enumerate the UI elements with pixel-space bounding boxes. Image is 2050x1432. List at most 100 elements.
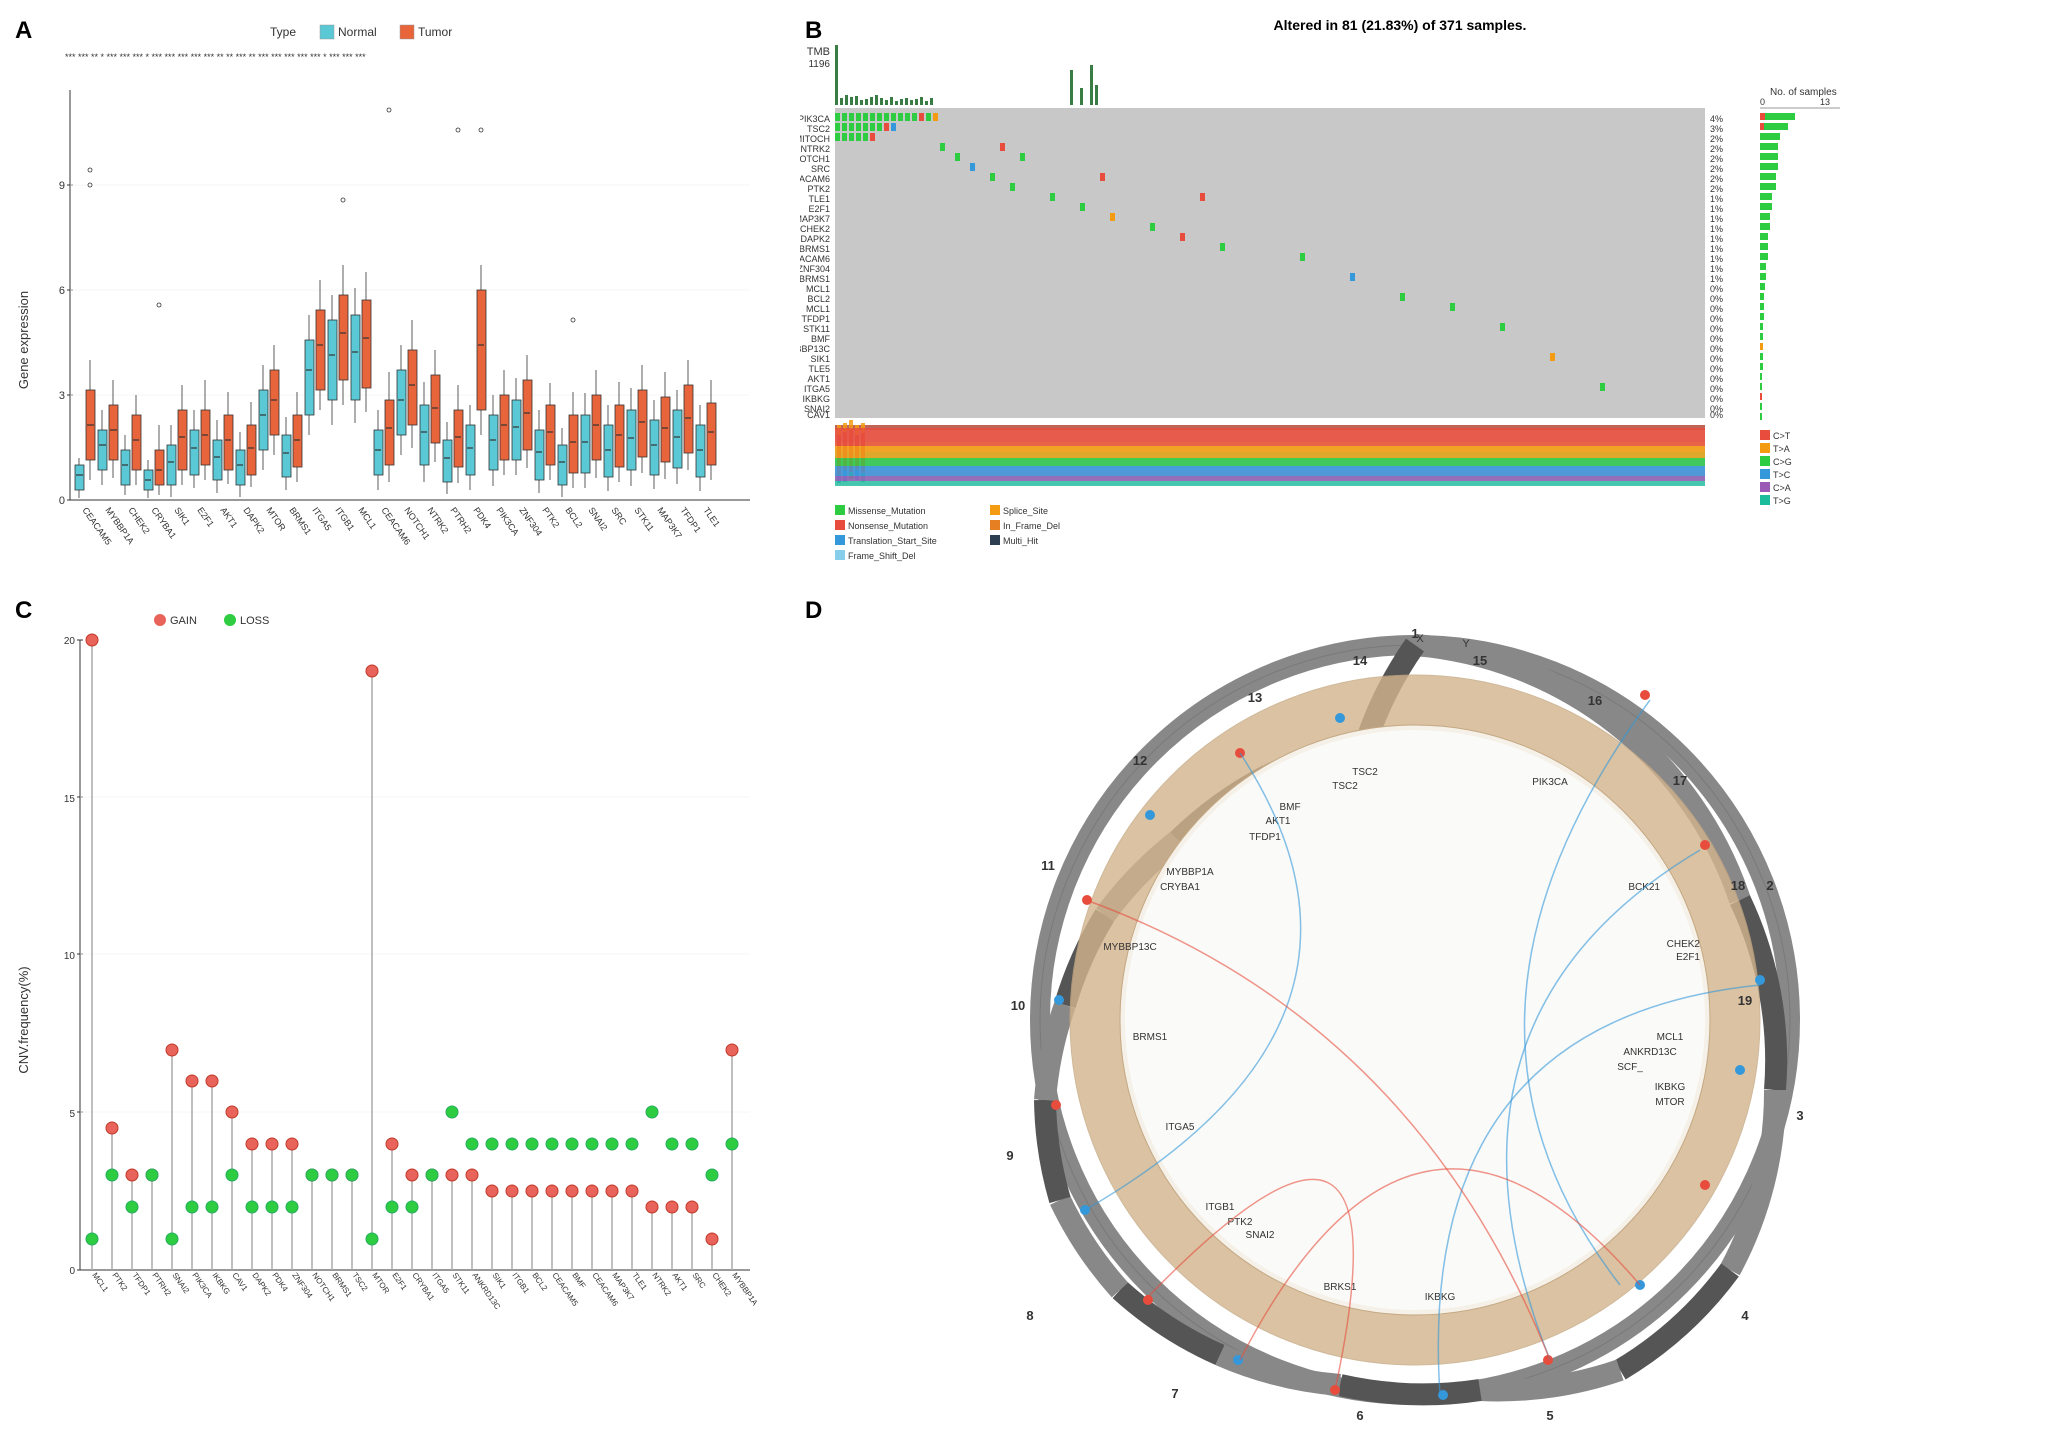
svg-text:TLE1: TLE1 — [701, 505, 722, 528]
svg-text:MTOR: MTOR — [264, 505, 288, 533]
svg-text:2%: 2% — [1710, 154, 1723, 164]
svg-text:B: B — [805, 17, 822, 44]
svg-text:C: C — [15, 597, 32, 624]
svg-text:ITGB1: ITGB1 — [1206, 1202, 1235, 1213]
svg-text:0%: 0% — [1710, 314, 1723, 324]
svg-text:BCL2: BCL2 — [530, 1271, 549, 1293]
svg-text:5: 5 — [1546, 1408, 1553, 1420]
svg-text:SRC: SRC — [811, 164, 831, 174]
svg-text:Gene expression: Gene expression — [16, 291, 31, 389]
svg-text:PTK2: PTK2 — [1227, 1217, 1252, 1228]
svg-text:*** *** ** * *** *** *** *: *** *** ** * *** *** *** * *** *** *** *… — [65, 52, 366, 62]
svg-text:ITGB1: ITGB1 — [510, 1271, 531, 1296]
svg-text:SRC: SRC — [690, 1271, 707, 1290]
svg-text:MYBBP1A: MYBBP1A — [1166, 867, 1214, 878]
svg-text:BMF: BMF — [811, 334, 831, 344]
svg-text:TLE5: TLE5 — [808, 364, 830, 374]
svg-text:2%: 2% — [1710, 144, 1723, 154]
svg-text:MTOR: MTOR — [1655, 1097, 1684, 1108]
svg-text:STK11: STK11 — [632, 505, 656, 533]
svg-text:In_Frame_Del: In_Frame_Del — [1003, 521, 1060, 531]
svg-text:Y: Y — [1462, 638, 1470, 650]
svg-text:STK11: STK11 — [803, 324, 830, 334]
svg-text:0: 0 — [1760, 97, 1765, 107]
svg-text:15: 15 — [64, 794, 76, 805]
svg-text:11: 11 — [1041, 858, 1055, 873]
svg-text:2%: 2% — [1710, 174, 1723, 184]
svg-text:NOTCH1: NOTCH1 — [800, 154, 830, 164]
svg-text:TLE1: TLE1 — [630, 1271, 649, 1292]
panel-c: C CNV.frequency(%) 0 5 10 15 20 — [10, 590, 770, 1420]
svg-text:Splice_Site: Splice_Site — [1003, 506, 1048, 516]
svg-text:C>A: C>A — [1773, 483, 1791, 493]
svg-text:PIK3CA: PIK3CA — [494, 505, 521, 537]
svg-text:13: 13 — [1248, 690, 1262, 705]
svg-text:MCL1: MCL1 — [1657, 1032, 1684, 1043]
svg-text:SRC: SRC — [609, 505, 628, 527]
svg-text:MCL1: MCL1 — [806, 284, 830, 294]
figure-container: A Normal Tumor Type *** *** ** * *** ***… — [0, 0, 2050, 1432]
panel-b: B Altered in 81 (21.83%) of 371 samples.… — [800, 10, 2030, 570]
svg-text:DAPK2: DAPK2 — [800, 234, 830, 244]
svg-text:ANKRD13C: ANKRD13C — [1623, 1047, 1676, 1058]
svg-text:DAPK2: DAPK2 — [250, 1271, 273, 1298]
svg-text:ZNF304: ZNF304 — [800, 264, 830, 274]
svg-text:C>G: C>G — [1773, 457, 1792, 467]
svg-text:PTRH2: PTRH2 — [150, 1271, 173, 1298]
svg-text:ITGB1: ITGB1 — [333, 505, 356, 532]
svg-text:0%: 0% — [1710, 334, 1723, 344]
svg-text:IKBKG: IKBKG — [802, 394, 830, 404]
svg-text:T>G: T>G — [1773, 496, 1791, 506]
svg-text:0%: 0% — [1710, 344, 1723, 354]
svg-text:1%: 1% — [1710, 204, 1723, 214]
svg-text:CAV1: CAV1 — [230, 1271, 249, 1293]
svg-text:PDK4: PDK4 — [270, 1271, 290, 1294]
svg-text:MAP3K7: MAP3K7 — [800, 214, 830, 224]
svg-text:BRMS1: BRMS1 — [800, 274, 830, 284]
svg-text:TFDP1: TFDP1 — [801, 314, 830, 324]
svg-text:CHEK2: CHEK2 — [800, 224, 830, 234]
svg-text:PIK3CA: PIK3CA — [800, 114, 830, 124]
svg-text:0%: 0% — [1710, 374, 1723, 384]
svg-text:X: X — [1416, 633, 1424, 645]
svg-text:PIK3CA: PIK3CA — [1532, 777, 1568, 788]
svg-text:0%: 0% — [1710, 294, 1723, 304]
svg-text:Translation_Start_Site: Translation_Start_Site — [848, 536, 937, 546]
svg-text:TLE1: TLE1 — [808, 194, 830, 204]
svg-text:0%: 0% — [1710, 324, 1723, 334]
svg-text:BRMS1: BRMS1 — [287, 505, 313, 536]
svg-text:1%: 1% — [1710, 194, 1723, 204]
svg-text:1196: 1196 — [808, 59, 830, 70]
svg-text:9: 9 — [1006, 1148, 1013, 1163]
svg-text:15: 15 — [1473, 653, 1487, 668]
svg-text:IKBKG: IKBKG — [1655, 1082, 1686, 1093]
svg-text:0: 0 — [59, 495, 65, 507]
svg-text:3: 3 — [1796, 1108, 1803, 1123]
svg-text:1%: 1% — [1710, 214, 1723, 224]
svg-text:PDK4: PDK4 — [471, 505, 493, 530]
panel-a: A Normal Tumor Type *** *** ** * *** ***… — [10, 10, 770, 570]
svg-text:ITGA5: ITGA5 — [310, 505, 333, 532]
svg-text:0%: 0% — [1710, 354, 1723, 364]
svg-text:C>T: C>T — [1773, 431, 1791, 441]
svg-text:SNAI2: SNAI2 — [1246, 1230, 1275, 1241]
svg-text:NTRK2: NTRK2 — [650, 1271, 673, 1298]
svg-text:19: 19 — [1738, 993, 1752, 1008]
svg-text:1%: 1% — [1710, 274, 1723, 284]
svg-text:0%: 0% — [1710, 284, 1723, 294]
svg-text:E2F1: E2F1 — [195, 505, 216, 528]
svg-text:BCL2: BCL2 — [563, 505, 584, 529]
svg-text:Frame_Shift_Del: Frame_Shift_Del — [848, 551, 916, 561]
svg-text:Tumor: Tumor — [418, 25, 452, 39]
svg-text:1%: 1% — [1710, 224, 1723, 234]
svg-text:14: 14 — [1353, 653, 1368, 668]
svg-text:E2F1: E2F1 — [808, 204, 830, 214]
svg-text:4: 4 — [1741, 1308, 1749, 1323]
svg-text:TSC2: TSC2 — [350, 1271, 369, 1293]
svg-text:CRYBA1: CRYBA1 — [1160, 882, 1200, 893]
svg-text:PTRH2: PTRH2 — [448, 505, 473, 535]
svg-text:1%: 1% — [1710, 264, 1723, 274]
svg-text:MYBBP1A: MYBBP1A — [730, 1271, 759, 1308]
panel-d: D — [800, 590, 2030, 1420]
svg-text:BCL2: BCL2 — [807, 294, 830, 304]
